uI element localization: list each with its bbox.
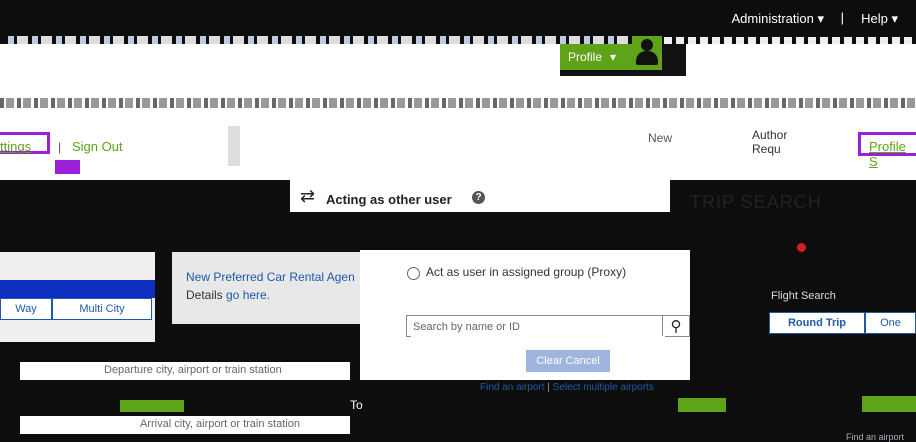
arrival-field[interactable]: Arrival city, airport or train station — [20, 416, 350, 434]
trip-search-title: TRIP SEARCH — [690, 192, 822, 212]
profile-settings-link[interactable]: Profile S — [858, 132, 916, 169]
promo-details: Details go here. — [186, 288, 271, 302]
profile-label: Profile — [568, 50, 603, 64]
proxy-panel: Act as user in assigned group (Proxy) ⚲ … — [360, 250, 690, 380]
radio-selected-icon[interactable] — [797, 243, 806, 252]
request-panel — [225, 114, 685, 158]
shuffle-icon: ⇄ — [300, 186, 316, 206]
help-icon[interactable]: ? — [472, 191, 485, 204]
settings-link[interactable]: ttings — [0, 132, 50, 154]
search-button-fragment[interactable] — [678, 398, 726, 412]
help-menu[interactable]: Help ▾ — [861, 11, 898, 27]
panel-header-bar — [0, 280, 155, 298]
right-trip-panel: Flight Search Round Trip One — [765, 262, 916, 352]
flight-search-title: Flight Search — [771, 290, 836, 302]
highlight-marker — [55, 160, 80, 174]
tab-round-trip[interactable]: Round Trip — [769, 312, 865, 334]
acting-as-other-user-header: ⇄ Acting as other user ? — [290, 180, 670, 212]
clear-cancel-button[interactable]: Clear Cancel — [526, 350, 610, 372]
proxy-radio[interactable] — [407, 267, 420, 280]
find-airport-link-right[interactable]: Find an airport — [846, 432, 904, 442]
search-icon[interactable]: ⚲ — [662, 316, 689, 336]
link-separator: | — [58, 140, 62, 154]
new-label: New — [648, 131, 673, 145]
proxy-option-label: Act as user in assigned group (Proxy) — [426, 265, 627, 279]
to-label: To — [350, 398, 363, 412]
user-avatar-icon[interactable] — [632, 36, 662, 70]
find-airport-link[interactable]: Find an airport — [480, 382, 544, 393]
promo-headline[interactable]: New Preferred Car Rental Agen — [186, 270, 355, 284]
departure-field[interactable]: Departure city, airport or train station — [20, 362, 350, 380]
airport-links: Find an airport | Select multiple airpor… — [480, 382, 654, 393]
sign-out-link[interactable]: Sign Out — [72, 139, 123, 154]
header-separator: | — [840, 10, 844, 25]
search-button-fragment[interactable] — [862, 396, 916, 412]
promo-notice: New Preferred Car Rental Agen Details go… — [172, 252, 360, 324]
administration-menu[interactable]: Administration ▾ — [731, 11, 824, 27]
tab-multi-city[interactable]: Multi City — [52, 298, 152, 320]
nav-band — [0, 44, 916, 76]
proxy-search-box: ⚲ — [406, 315, 690, 337]
tab-one-way-right[interactable]: One — [865, 312, 916, 334]
header-nav-garbled — [8, 36, 658, 44]
select-multiple-airports-link[interactable]: Select multiple airports — [553, 382, 654, 393]
author-label: Author Requ — [752, 128, 788, 156]
divider — [228, 126, 240, 166]
tab-one-way[interactable]: Way — [0, 298, 52, 320]
chevron-down-icon: ▾ — [610, 50, 617, 64]
page-title-garbled — [0, 98, 916, 108]
acting-title: Acting as other user — [326, 192, 452, 207]
search-button-fragment[interactable] — [120, 400, 184, 412]
promo-link[interactable]: go here. — [226, 288, 270, 302]
header-nav-garbled-right — [664, 37, 916, 44]
proxy-search-input[interactable] — [411, 317, 665, 337]
left-trip-panel: Way Multi City — [0, 252, 155, 342]
top-header: Administration ▾ | Help ▾ — [0, 0, 916, 44]
